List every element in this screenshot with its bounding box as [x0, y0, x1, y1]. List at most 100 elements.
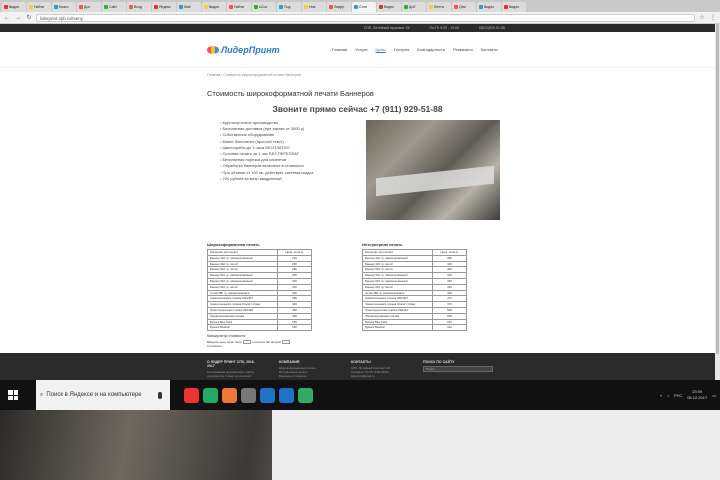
- back-icon[interactable]: ←: [3, 15, 11, 21]
- taskbar-search[interactable]: ⌕ Поиск в Яндексе и на компьютере: [36, 380, 170, 410]
- tab-label: Лидер: [334, 5, 345, 9]
- browser-tab[interactable]: Доб: [402, 2, 426, 12]
- menu-item[interactable]: Реквизиты: [453, 47, 473, 52]
- browser-tab[interactable]: Доп: [77, 2, 101, 12]
- footer-link[interactable]: допускается только со ссылкой: [207, 374, 259, 378]
- clock[interactable]: 23:09 05.12.2017: [687, 389, 707, 401]
- tab-label: Лента: [434, 5, 444, 9]
- footer-link[interactable]: Баннеры и плакаты: [279, 374, 331, 378]
- tab-label: Qiwi: [459, 5, 466, 9]
- browser-tab[interactable]: Стоп: [352, 2, 376, 12]
- footer-search-input[interactable]: Поиск...: [423, 366, 493, 372]
- clock-date: 05.12.2017: [687, 395, 708, 400]
- calculator-result: Стоимость:: [207, 344, 223, 349]
- browser-tab[interactable]: Нов: [302, 2, 326, 12]
- scrollbar-thumb[interactable]: [716, 24, 719, 354]
- topbar-hours: Пн-Пт 9:00 - 19:00: [429, 26, 459, 30]
- browser-tab[interactable]: Найти: [227, 2, 251, 12]
- tab-label: Доб: [409, 5, 416, 9]
- notifications-icon[interactable]: ▭: [712, 393, 716, 398]
- browser-tab[interactable]: Mail: [177, 2, 201, 12]
- tab-label: Видео: [9, 5, 20, 9]
- browser-tab[interactable]: Qiwi: [452, 2, 476, 12]
- price-input[interactable]: [242, 340, 251, 345]
- browser-tab[interactable]: Лента: [427, 2, 451, 12]
- interior-table-block: Интерьерная печать Материал для печати Це…: [362, 242, 467, 348]
- tab-favicon-icon: [179, 5, 183, 10]
- tab-favicon-icon: [154, 5, 158, 10]
- tab-favicon-icon: [29, 5, 33, 10]
- menu-item[interactable]: Галерея: [394, 47, 409, 52]
- price-calculator: Калькулятор стоимости Введите цену за кв…: [207, 331, 312, 348]
- tab-favicon-icon: [204, 5, 208, 10]
- interior-table-title: Интерьерная печать: [362, 242, 403, 247]
- intro-section: Круглосуточное производствоБесплатная до…: [0, 114, 715, 220]
- taskbar-app-icon[interactable]: [279, 387, 294, 403]
- tab-favicon-icon: [354, 5, 358, 10]
- taskbar-app-icon[interactable]: [260, 387, 275, 403]
- tab-favicon-icon: [404, 5, 408, 10]
- menu-item[interactable]: Благодарности: [417, 47, 445, 52]
- tab-label: Сайт: [109, 5, 118, 9]
- browser-tab[interactable]: Видео: [477, 2, 501, 12]
- topbar-address: СПб, Литейный проспект 26: [364, 26, 410, 30]
- star-icon[interactable]: ☆: [698, 14, 706, 21]
- table-row: Самоклеящаяся плёнка Oracal / Orajet 470: [362, 301, 467, 308]
- tab-label: Класс: [59, 5, 69, 9]
- topbar-phone[interactable]: 8(812)929-51-88: [479, 26, 505, 30]
- tray-up-icon[interactable]: ˄: [660, 393, 662, 398]
- browser-tab[interactable]: Видео: [502, 2, 526, 12]
- taskbar-app-icon[interactable]: [298, 387, 313, 403]
- forward-icon[interactable]: →: [14, 15, 22, 21]
- logo-text: ЛидерПринт: [221, 44, 280, 55]
- site-footer: О ЛИДЕР ПРИНТ СПб, 2016-2017 Копирование …: [0, 353, 715, 380]
- site-logo[interactable]: ЛидерПринт: [207, 45, 327, 55]
- browser-tab[interactable]: Под: [277, 2, 301, 12]
- browser-tab[interactable]: Видео: [2, 2, 26, 12]
- interior-price-table: Материал для печати Цена, за кв.м. Баннер …: [362, 249, 467, 332]
- browser-tab[interactable]: Лидер: [327, 2, 351, 12]
- menu-item[interactable]: Главная: [332, 47, 347, 52]
- menu-item[interactable]: Цены: [376, 47, 386, 52]
- quantity-input[interactable]: [281, 340, 290, 345]
- browser-tab[interactable]: Видео: [202, 2, 226, 12]
- url-input[interactable]: liderprint.spb.ru/tseny: [36, 13, 695, 22]
- printer-photo: [366, 120, 500, 220]
- menu-item[interactable]: Услуги: [355, 47, 367, 52]
- volume-icon[interactable]: ♪: [667, 393, 669, 398]
- tab-label: Найти: [34, 5, 44, 9]
- browser-tab[interactable]: Класс: [52, 2, 76, 12]
- taskbar-app-icon[interactable]: [222, 387, 237, 403]
- browser-tab[interactable]: uCoz: [252, 2, 276, 12]
- tab-label: Видео: [509, 5, 520, 9]
- tab-label: Яндекс: [159, 5, 171, 9]
- table-row: Самоклеящаяся плёнка Oracal / Orajet 330: [207, 301, 312, 308]
- reload-icon[interactable]: ↻: [25, 14, 33, 21]
- taskbar-app-icon[interactable]: [203, 387, 218, 403]
- browser-tab[interactable]: Вход: [127, 2, 151, 12]
- taskbar-app-icon[interactable]: [241, 387, 256, 403]
- footer-link[interactable]: liderprint@mail.ru: [351, 374, 403, 378]
- tab-favicon-icon: [79, 5, 83, 10]
- webcam-background: [272, 410, 720, 480]
- banner-roll: [376, 165, 494, 197]
- start-button[interactable]: [0, 380, 26, 410]
- menu-icon[interactable]: ⋮: [709, 14, 717, 21]
- tab-favicon-icon: [104, 5, 108, 10]
- footer-column-title: О ЛИДЕР ПРИНТ СПб, 2016-2017: [207, 360, 255, 368]
- browser-tab-strip: Видео Найти Класс Доп Сайт Вход Яндекс Mail Виде…: [0, 0, 720, 12]
- language-indicator[interactable]: РУС: [674, 393, 682, 398]
- footer-column-title: КОМПАНИЯ: [279, 360, 300, 364]
- browser-tab[interactable]: Найти: [27, 2, 51, 12]
- tab-favicon-icon: [254, 5, 258, 10]
- tab-label: Нов: [309, 5, 316, 9]
- microphone-icon[interactable]: [158, 391, 162, 399]
- phone-callout: Звоните прямо сейчас +7 (911) 929-51-88: [272, 104, 443, 114]
- taskbar-app-icon[interactable]: [184, 387, 199, 403]
- footer-column: О ЛИДЕР ПРИНТ СПб, 2016-2017 Копирование …: [207, 360, 259, 380]
- browser-tab[interactable]: Видео: [377, 2, 401, 12]
- footer-column: КОМПАНИЯ Широкоформатная печать Интерьерна…: [279, 360, 331, 380]
- browser-tab[interactable]: Сайт: [102, 2, 126, 12]
- browser-tab[interactable]: Яндекс: [152, 2, 176, 12]
- menu-item[interactable]: Контакты: [481, 47, 498, 52]
